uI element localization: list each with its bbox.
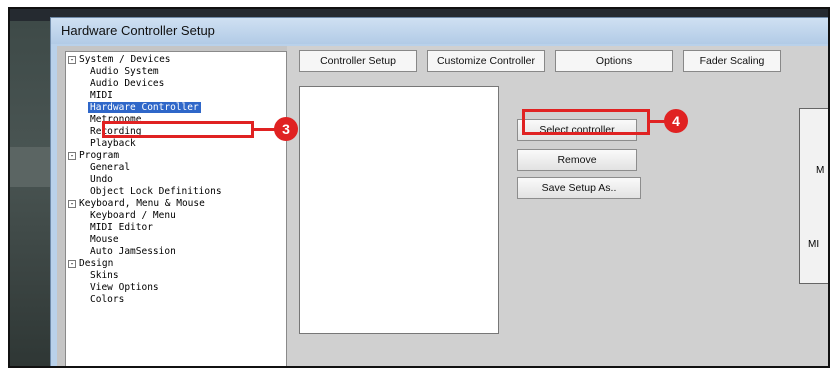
tree-item-audio-devices[interactable]: Audio Devices — [90, 78, 164, 90]
tree-item-label: MIDI — [90, 90, 113, 101]
window-client-area: - System / Devices Audio System Audio Dev… — [57, 46, 828, 366]
collapse-icon[interactable]: - — [68, 55, 76, 64]
tree-item-label: Design — [79, 258, 114, 269]
tree-item-label: Object Lock Definitions — [90, 186, 222, 197]
tree-item-mouse[interactable]: Mouse — [90, 234, 119, 246]
tree-item-label: Undo — [90, 174, 113, 185]
tree-item-label: Audio System — [90, 66, 159, 77]
tree-item-undo[interactable]: Undo — [90, 174, 113, 186]
tree-item-label: Playback — [90, 138, 136, 149]
annotation-box-select-controller — [522, 109, 650, 135]
tree-item-midi-editor[interactable]: MIDI Editor — [90, 222, 153, 234]
controller-info-panel: M MI — [799, 108, 828, 284]
tree-item-label: System / Devices — [79, 54, 171, 65]
tree-item-label: Audio Devices — [90, 78, 165, 89]
tree-item-label: Auto JamSession — [90, 246, 176, 257]
tree-item-label: View Options — [90, 282, 159, 293]
tree-item-label: Keyboard / Menu — [90, 210, 176, 221]
tree-item-label: Mouse — [90, 234, 119, 245]
tree-item-design[interactable]: - Design — [68, 258, 113, 270]
collapse-icon[interactable]: - — [68, 199, 76, 208]
tree-item-label: General — [90, 162, 131, 173]
tree-item-view-options[interactable]: View Options — [90, 282, 159, 294]
callout-badge: 4 — [664, 109, 688, 133]
tree-item-auto-jamsession[interactable]: Auto JamSession — [90, 246, 176, 258]
tree-item-keyboard-menu[interactable]: Keyboard / Menu — [90, 210, 176, 222]
window-title: Hardware Controller Setup — [61, 23, 215, 38]
tree-item-playback[interactable]: Playback — [90, 138, 136, 150]
tree-item-skins[interactable]: Skins — [90, 270, 119, 282]
tab-fader-scaling[interactable]: Fader Scaling — [683, 50, 781, 72]
tree-item-general[interactable]: General — [90, 162, 130, 174]
annotation-connector — [254, 128, 276, 131]
title-bar[interactable]: Hardware Controller Setup — [51, 18, 828, 44]
hardware-controller-setup-window: Hardware Controller Setup - System / Devi… — [50, 17, 828, 366]
tree-item-label: Program — [79, 150, 120, 161]
desktop-band — [10, 147, 50, 187]
tree-item-program[interactable]: - Program — [68, 150, 119, 162]
panel-label: M — [816, 165, 825, 176]
tree-item-label: MIDI Editor — [90, 222, 153, 233]
callout-badge: 3 — [274, 117, 298, 141]
save-setup-as-button[interactable]: Save Setup As.. — [517, 177, 641, 199]
tree-item-object-lock-definitions[interactable]: Object Lock Definitions — [90, 186, 222, 198]
screenshot-frame: Hardware Controller Setup - System / Devi… — [8, 7, 830, 368]
tab-options[interactable]: Options — [555, 50, 673, 72]
settings-tree-pane: - System / Devices Audio System Audio Dev… — [57, 46, 287, 366]
tree-item-label: Colors — [90, 294, 125, 305]
tree-item-hardware-controller[interactable]: Hardware Controller — [88, 102, 201, 114]
settings-tree[interactable]: - System / Devices Audio System Audio Dev… — [65, 51, 287, 366]
tree-item-system-devices[interactable]: - System / Devices — [68, 54, 171, 66]
controller-list[interactable] — [299, 86, 499, 334]
tab-controller-setup[interactable]: Controller Setup — [299, 50, 417, 72]
tree-item-label: Hardware Controller — [88, 102, 201, 113]
tree-item-label: Keyboard, Menu & Mouse — [79, 198, 205, 209]
collapse-icon[interactable]: - — [68, 151, 76, 160]
remove-button[interactable]: Remove — [517, 149, 637, 171]
tree-item-colors[interactable]: Colors — [90, 294, 124, 306]
tree-item-keyboard-menu-mouse[interactable]: - Keyboard, Menu & Mouse — [68, 198, 205, 210]
tree-item-audio-system[interactable]: Audio System — [90, 66, 159, 78]
controller-settings-pane: Controller Setup Customize Controller Op… — [287, 46, 828, 366]
desktop-background — [10, 21, 50, 366]
tree-item-midi[interactable]: MIDI — [90, 90, 113, 102]
tree-item-label: Skins — [90, 270, 119, 281]
collapse-icon[interactable]: - — [68, 259, 76, 268]
annotation-box-hardware-controller — [102, 121, 254, 138]
panel-label: MI — [808, 239, 820, 250]
tab-customize-controller[interactable]: Customize Controller — [427, 50, 545, 72]
